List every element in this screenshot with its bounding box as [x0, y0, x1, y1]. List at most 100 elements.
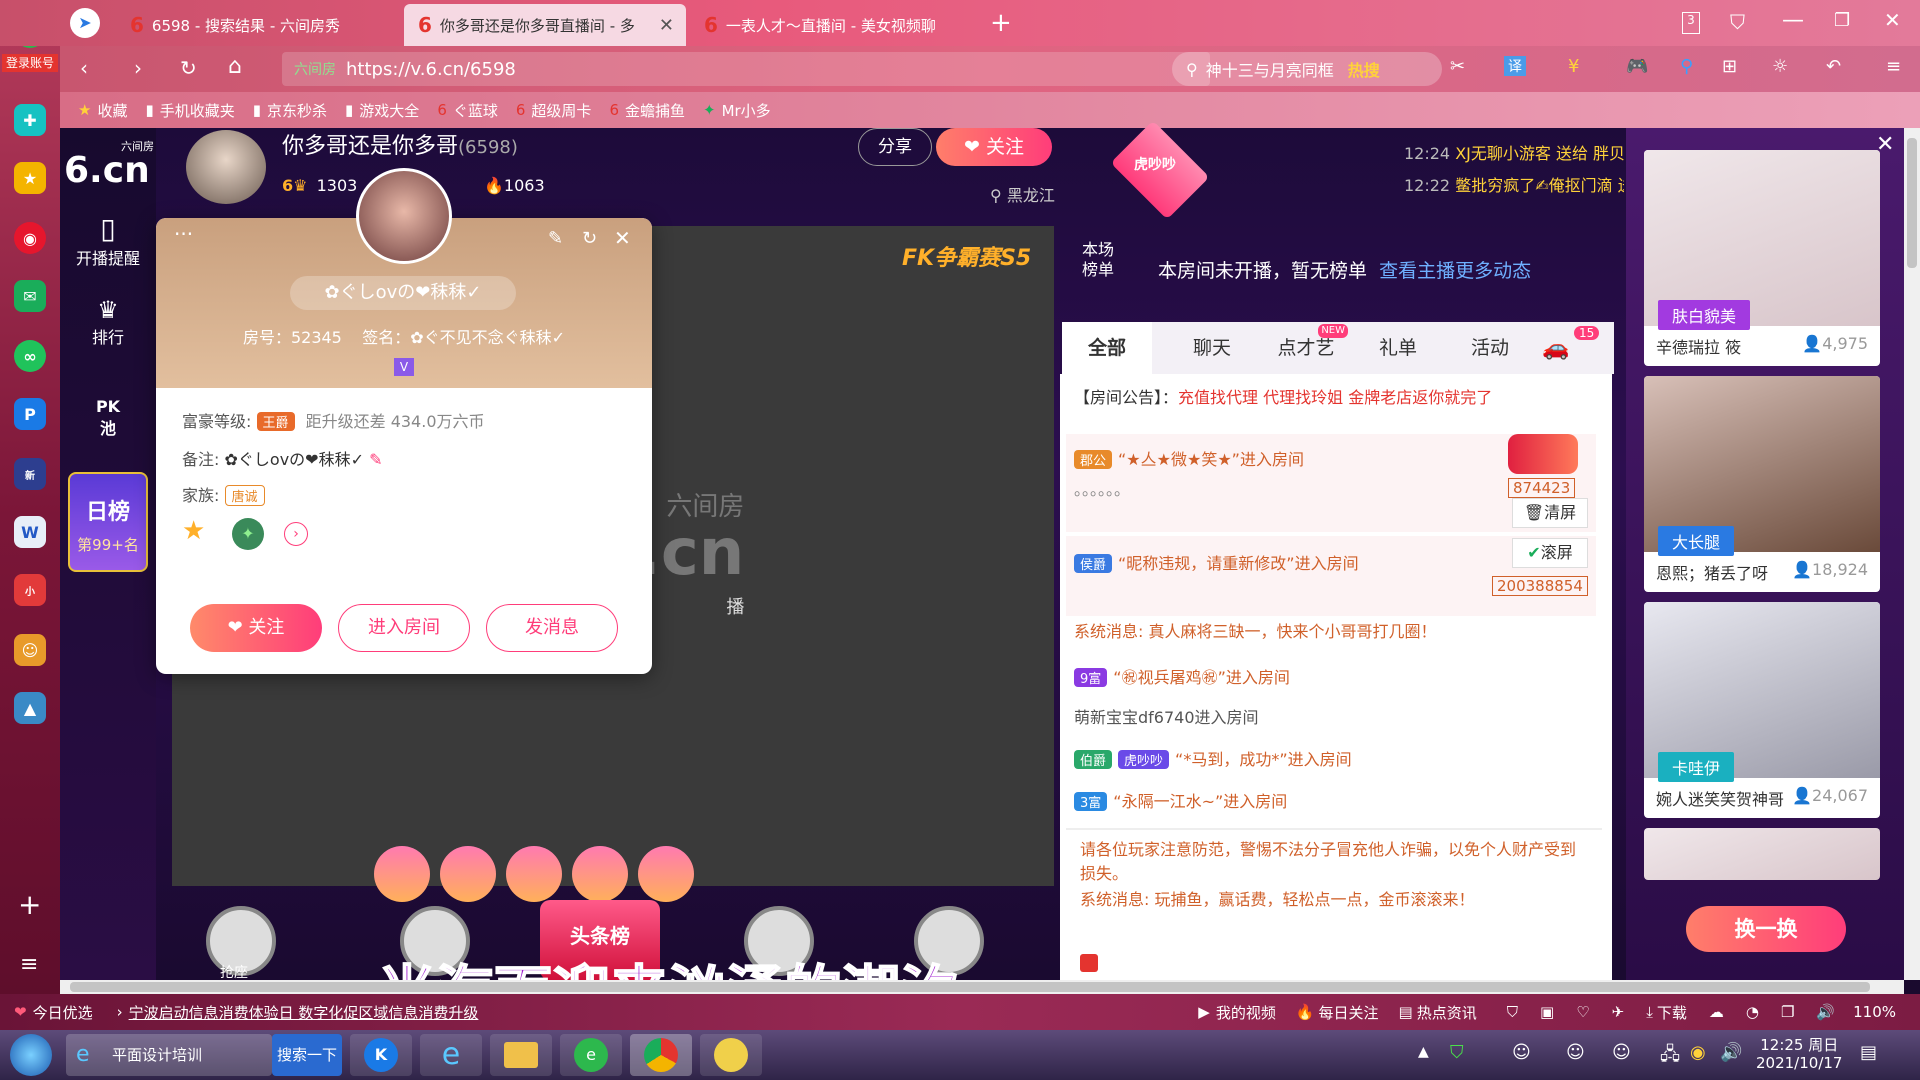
menu-icon[interactable]: ≡	[20, 952, 38, 977]
daily-rank-badge[interactable]: 日榜 第99+名	[68, 472, 148, 572]
enter-room-button[interactable]: 进入房间	[338, 604, 470, 652]
start-button[interactable]	[10, 1034, 52, 1076]
chat-app-icon[interactable]: ∞	[14, 340, 46, 372]
nav-live-remind[interactable]: ▯ 开播提醒	[60, 212, 156, 269]
search-input[interactable]: ⚲ 神十三与月亮同框 热搜	[1172, 52, 1442, 86]
game-icon[interactable]: ☺	[14, 634, 46, 666]
tab-count-badge[interactable]: 3	[1682, 12, 1700, 34]
volume-icon[interactable]: 🔊	[1816, 1003, 1835, 1021]
promo-badge[interactable]: FK争霸赛S5	[902, 240, 1031, 272]
bookmark-item[interactable]: ▮ 京东秒杀	[253, 100, 327, 121]
url-field[interactable]: 六间房 https://v.6.cn/6598	[282, 52, 1210, 86]
taskbar-app-chrome[interactable]	[630, 1034, 692, 1076]
nav-rank[interactable]: ♛ 排行	[60, 296, 156, 348]
translate-icon[interactable]: 译	[1504, 56, 1526, 76]
mail-icon[interactable]: ✉	[14, 280, 46, 312]
security-tray-icon[interactable]: ⛉	[1450, 1042, 1464, 1063]
coin-icon[interactable]: ¥	[1568, 56, 1579, 77]
qq-tray-icon[interactable]: ☺	[1566, 1042, 1585, 1063]
tab-chat[interactable]: 聊天	[1172, 322, 1252, 374]
bookmark-item[interactable]: 6 ぐ蓝球	[437, 100, 498, 121]
search-tool-icon[interactable]: ⚲	[1680, 56, 1693, 77]
brightness-icon[interactable]: ☼	[1772, 56, 1788, 77]
qq-tray-icon[interactable]: ☺	[1612, 1042, 1631, 1063]
status-today[interactable]: 今日优选	[33, 1002, 93, 1023]
tab-talent[interactable]: 点才艺 NEW	[1258, 322, 1354, 374]
recommend-card[interactable]: 卡哇伊 婉人迷笑笑贺神哥 👤24,067	[1644, 602, 1880, 818]
status-news[interactable]: 宁波启动信息消费体验日 数字化促区域信息消费升级	[129, 1002, 479, 1023]
close-icon[interactable]: ✕	[614, 226, 631, 250]
bookmark-item[interactable]: 6 超级周卡	[516, 100, 592, 121]
favorites-star-icon[interactable]: ★	[14, 162, 46, 194]
status-my-video[interactable]: 我的视频	[1216, 1002, 1276, 1023]
qq-tray-icon[interactable]: ☺	[1512, 1042, 1531, 1063]
popup-follow-button[interactable]: ❤ 关注	[190, 604, 322, 652]
site-logo[interactable]: 六间房 6.cn	[64, 138, 154, 189]
tab-live-room[interactable]: 6 你多哥还是你多哥直播间 - 多 ✕	[404, 4, 686, 46]
tab-activity[interactable]: 活动	[1450, 322, 1530, 374]
view-anchor-link[interactable]: 查看主播更多动态	[1379, 260, 1531, 282]
more-medals-icon[interactable]: ›	[284, 522, 308, 546]
status-download[interactable]: 下载	[1657, 1002, 1687, 1023]
anchor-avatar[interactable]	[186, 130, 266, 204]
scroll-thumb[interactable]	[70, 982, 1870, 992]
tab-gift-list[interactable]: 礼单	[1358, 322, 1438, 374]
zoom-level[interactable]: 110%	[1853, 1003, 1896, 1021]
bookmark-favorites[interactable]: ★ 收藏	[78, 100, 127, 121]
recommend-card[interactable]: 大长腿 恩熙；猪丢了呀 👤18,924	[1644, 376, 1880, 592]
refresh-icon[interactable]: ↻	[180, 56, 197, 80]
speed-icon[interactable]: ◔	[1746, 1003, 1759, 1021]
tab-other-room[interactable]: 6 一表人才～直播间 - 美女视频聊	[690, 4, 974, 46]
forward-icon[interactable]: ›	[134, 56, 142, 80]
login-button[interactable]: 登录账号	[2, 54, 58, 72]
clock[interactable]: 12:25 周日 2021/10/17	[1756, 1036, 1842, 1072]
cloud-icon[interactable]: ☁	[1709, 1003, 1724, 1021]
edit-note-icon[interactable]: ✎	[369, 450, 382, 469]
search-button[interactable]: 搜索一下	[272, 1034, 342, 1076]
add-icon[interactable]: +	[18, 888, 41, 921]
tab-all[interactable]: 全部	[1062, 322, 1152, 374]
image-icon[interactable]: ▣	[1540, 1003, 1554, 1021]
volume-icon[interactable]: 🔊	[1720, 1042, 1742, 1063]
taskbar-app-ie[interactable]: e 平面设计培训	[66, 1034, 272, 1076]
gamepad-icon[interactable]: 🎮	[1626, 56, 1648, 77]
send-message-button[interactable]: 发消息	[486, 604, 618, 652]
edit-icon[interactable]: ✎	[548, 228, 563, 249]
follow-anchor-button[interactable]: ❤ 关注	[936, 128, 1052, 166]
notification-icon[interactable]: ▤	[1860, 1042, 1877, 1063]
shield-icon[interactable]: ⛉	[1507, 1003, 1518, 1021]
word-icon[interactable]: W	[14, 516, 46, 548]
p-app-icon[interactable]: P	[14, 398, 46, 430]
send-icon[interactable]: ➤	[70, 8, 100, 38]
scissors-icon[interactable]: ✂	[1450, 56, 1465, 77]
horizontal-scrollbar[interactable]	[60, 980, 1904, 994]
undo-icon[interactable]: ↶	[1826, 56, 1841, 77]
close-window-icon[interactable]: ✕	[1884, 8, 1901, 32]
bookmark-item[interactable]: ✦ Mr小多	[703, 100, 771, 121]
switch-button[interactable]: 换一换	[1686, 906, 1846, 952]
status-daily[interactable]: 每日关注	[1319, 1002, 1379, 1023]
maximize-icon[interactable]: ❐	[1834, 10, 1850, 31]
vertical-scrollbar[interactable]	[1904, 128, 1920, 980]
tray-expand-icon[interactable]: ▲	[1418, 1044, 1429, 1060]
red-app-icon[interactable]: 小	[14, 574, 46, 606]
close-icon[interactable]: ✕	[659, 15, 674, 36]
taskbar-app-qq[interactable]	[700, 1034, 762, 1076]
back-icon[interactable]: ‹	[80, 56, 88, 80]
bookmark-item[interactable]: ▮ 手机收藏夹	[145, 100, 234, 121]
status-hot-news[interactable]: 热点资讯	[1417, 1002, 1477, 1023]
window-icon[interactable]: ❐	[1781, 1003, 1794, 1021]
recommend-card[interactable]	[1644, 828, 1880, 880]
input-method-icon[interactable]: ◉	[1690, 1042, 1706, 1063]
seat-label[interactable]: 抢座	[220, 962, 248, 982]
car-icon[interactable]: 🚗	[1542, 336, 1569, 361]
taskbar-app-folder[interactable]	[490, 1034, 552, 1076]
weibo-icon[interactable]: ◉	[14, 222, 46, 254]
share-button[interactable]: 分享	[858, 128, 932, 166]
taskbar-app-k[interactable]: K	[350, 1034, 412, 1076]
news-app-icon[interactable]: 新	[14, 458, 46, 490]
clear-screen-button[interactable]: 🗑清屏	[1512, 498, 1588, 528]
minimize-icon[interactable]: —	[1782, 8, 1804, 33]
network-icon[interactable]: 🖧	[1660, 1042, 1680, 1072]
chat-footer-icon[interactable]	[1080, 954, 1098, 972]
